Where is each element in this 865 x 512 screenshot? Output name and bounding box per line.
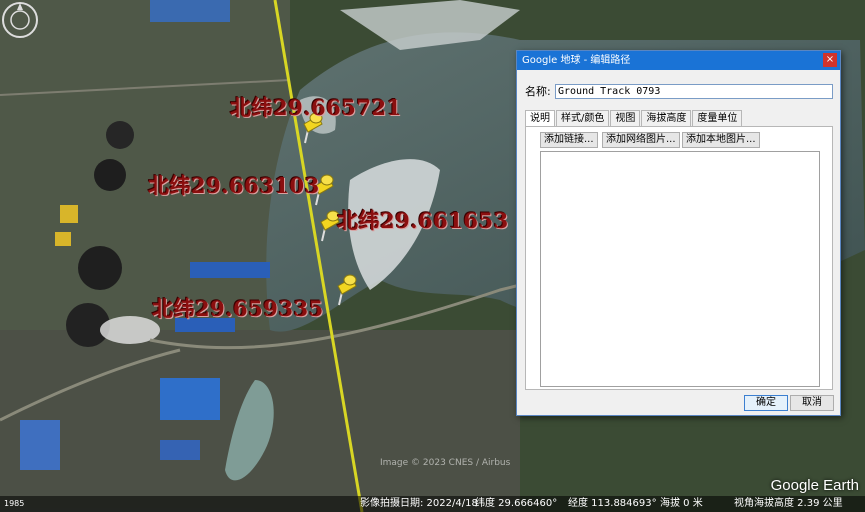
pin-label[interactable]: 北纬29.665721: [230, 92, 402, 122]
latitude-readout: 纬度 29.666460°: [475, 498, 558, 509]
google-earth-logo: Google Earth: [770, 477, 859, 494]
edit-path-dialog: Google 地球 - 编辑路径 × 名称: Ground Track 0793…: [516, 50, 841, 416]
add-web-image-button[interactable]: 添加网络图片...: [602, 132, 680, 148]
status-bar: 1985 影像拍摄日期: 2022/4/18 纬度 29.666460° 经度 …: [0, 496, 865, 512]
description-textarea[interactable]: [540, 151, 820, 387]
cancel-button[interactable]: 取消: [790, 395, 834, 411]
tab-altitude[interactable]: 海拔高度: [641, 110, 692, 126]
tab-view[interactable]: 视图: [610, 110, 641, 126]
name-field[interactable]: Ground Track 0793: [555, 84, 833, 99]
add-link-button[interactable]: 添加链接...: [540, 132, 598, 148]
tab-style-color[interactable]: 样式/颜色: [556, 110, 610, 126]
eye-altitude-readout: 视角海拔高度 2.39 公里: [734, 498, 843, 509]
pushpin-icon[interactable]: [332, 272, 358, 306]
dialog-titlebar[interactable]: Google 地球 - 编辑路径 ×: [517, 51, 840, 70]
dialog-tabs: 说明 样式/颜色 视图 海拔高度 度量单位: [525, 110, 743, 127]
elevation-readout: 海拔 0 米: [660, 498, 703, 509]
compass-icon[interactable]: [0, 0, 40, 40]
pin-label[interactable]: 北纬29.659335: [152, 293, 324, 323]
longitude-readout: 经度 113.884693°: [568, 498, 657, 509]
add-local-image-button[interactable]: 添加本地图片...: [682, 132, 760, 148]
name-label: 名称:: [525, 85, 551, 98]
tab-measurements[interactable]: 度量单位: [692, 110, 743, 126]
tab-description[interactable]: 说明: [525, 110, 555, 127]
dialog-title: Google 地球 - 编辑路径: [522, 55, 631, 66]
description-panel: 添加链接... 添加网络图片... 添加本地图片...: [525, 126, 833, 390]
pin-label[interactable]: 北纬29.663103: [148, 170, 320, 200]
ok-button[interactable]: 确定: [744, 395, 788, 411]
pin-label[interactable]: 北纬29.661653: [337, 205, 509, 235]
close-button[interactable]: ×: [823, 53, 837, 67]
year-badge: 1985: [4, 499, 25, 508]
imagery-copyright: Image © 2023 CNES / Airbus: [380, 458, 511, 468]
capture-date: 影像拍摄日期: 2022/4/18: [360, 498, 478, 509]
